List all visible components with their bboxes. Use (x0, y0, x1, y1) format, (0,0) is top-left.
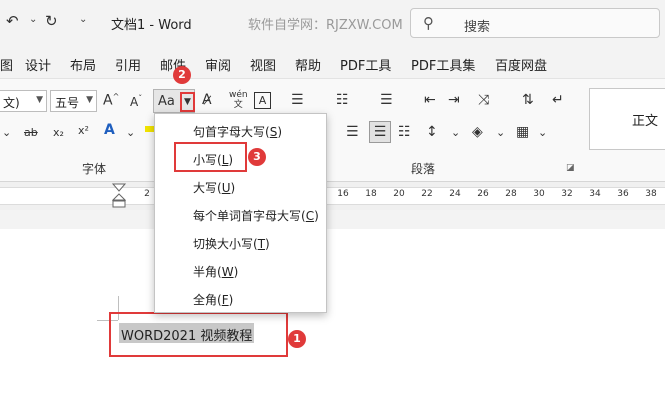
menu-item-toggle-case[interactable]: 切换大小写(T) (193, 235, 270, 252)
chevron-down-icon[interactable]: ⌄ (496, 126, 505, 139)
title-bar: ↶ ⌄ ↻ ⌄ 文档1 - Word 软件自学网：RJZXW.COM ⚲ 搜索 (0, 0, 665, 46)
horizontal-ruler[interactable]: 2 16 18 20 22 24 26 28 30 32 34 36 38 (0, 182, 665, 210)
align-right-icon[interactable]: ☰ (346, 124, 359, 140)
search-box[interactable]: ⚲ 搜索 (410, 8, 660, 38)
chevron-down-icon[interactable]: ⌄ (538, 126, 547, 139)
decrease-indent-icon[interactable]: ⇤ (424, 92, 436, 108)
search-label: 搜索 (464, 20, 491, 35)
font-size-value: 五号 (55, 96, 80, 110)
ribbon-tabs: 图 设计 布局 引用 邮件 审阅 视图 帮助 PDF工具 PDF工具集 百度网盘 (0, 46, 665, 78)
ruler-tick: 2 (144, 189, 150, 199)
tab-layout[interactable]: 布局 (70, 55, 96, 74)
bullets-icon[interactable]: ☰ (291, 92, 304, 108)
character-border-icon[interactable]: A (254, 92, 271, 109)
watermark-text: 软件自学网：RJZXW.COM (248, 18, 403, 33)
undo-dropdown-icon[interactable]: ⌄ (29, 14, 37, 25)
strikethrough-icon[interactable]: ab (24, 126, 38, 139)
ruler-tick: 24 (449, 189, 461, 199)
style-normal-label: 正文 (632, 114, 659, 129)
ruler-tick: 30 (533, 189, 545, 199)
chevron-down-icon[interactable]: ⌄ (126, 126, 135, 139)
paragraph-group-label: 段落 (411, 162, 436, 176)
distributed-icon[interactable]: ☷ (398, 124, 411, 140)
indent-marker-icon[interactable] (112, 183, 126, 209)
ruler-tick: 28 (505, 189, 517, 199)
menu-item-full-width[interactable]: 全角(F) (193, 291, 233, 308)
chevron-down-icon: ▼ (86, 95, 93, 105)
justify-icon[interactable]: ☰ (369, 121, 391, 143)
menu-item-sentence-case[interactable]: 句首字母大写(S) (193, 123, 282, 140)
shrink-font-icon[interactable]: Aˇ (130, 94, 142, 109)
ruler-tick: 16 (337, 189, 349, 199)
font-size-combo[interactable]: 五号 ▼ (50, 90, 97, 112)
change-case-button[interactable]: Aa ▼ (153, 89, 195, 113)
ruler-tick: 34 (589, 189, 601, 199)
change-case-dropdown-icon[interactable]: ▼ (180, 92, 195, 112)
menu-item-uppercase[interactable]: 大写(U) (193, 179, 235, 196)
redo-icon[interactable]: ↻ (45, 12, 58, 30)
ruler-tick: 26 (477, 189, 489, 199)
chevron-down-icon: ▼ (36, 95, 43, 105)
numbering-icon[interactable]: ☷ (336, 92, 349, 108)
sort-icon[interactable]: ⇅ (522, 92, 534, 108)
borders-icon[interactable]: ▦ (516, 124, 529, 140)
phonetic-guide-icon[interactable]: wén 文 (229, 90, 248, 110)
ruler-tick: 22 (421, 189, 433, 199)
chinese-layout-icon[interactable]: ⤨ (478, 92, 489, 108)
chevron-down-icon[interactable]: ⌄ (2, 126, 11, 139)
ruler-tick: 38 (645, 189, 657, 199)
dialog-launcher-icon[interactable]: ◪ (566, 163, 575, 173)
font-name-combo[interactable]: 文) ▼ (0, 90, 47, 112)
increase-indent-icon[interactable]: ⇥ (448, 92, 460, 108)
change-case-label: Aa (158, 94, 175, 109)
menu-item-half-width[interactable]: 半角(W) (193, 263, 238, 280)
tab-design[interactable]: 设计 (25, 55, 51, 74)
multilevel-list-icon[interactable]: ☰ (380, 92, 393, 108)
style-gallery-normal[interactable]: 正文 (589, 88, 665, 150)
annotation-badge: 2 (173, 66, 191, 84)
ruler-tick: 32 (561, 189, 573, 199)
font-name-value: 文) (3, 96, 20, 110)
show-marks-icon[interactable]: ↵ (552, 92, 564, 108)
superscript-icon[interactable]: x² (78, 124, 89, 137)
annotation-badge: 1 (288, 330, 306, 348)
chevron-down-icon[interactable]: ⌄ (451, 126, 460, 139)
ruler-tick: 20 (393, 189, 405, 199)
tab-view[interactable]: 视图 (250, 55, 276, 74)
menu-item-capitalize-each-word[interactable]: 每个单词首字母大写(C) (193, 207, 319, 224)
tab-pdf-toolset[interactable]: PDF工具集 (411, 55, 475, 74)
font-group-label: 字体 (82, 162, 107, 176)
customize-quick-access-icon[interactable]: ⌄ (79, 14, 87, 25)
annotation-badge: 3 (248, 148, 266, 166)
tab-help[interactable]: 帮助 (295, 55, 321, 74)
annotation-box-lowercase (174, 142, 247, 172)
tab-insert[interactable]: 图 (0, 55, 13, 74)
document-page[interactable] (0, 229, 665, 419)
search-icon: ⚲ (423, 14, 434, 32)
annotation-box-text (109, 312, 288, 357)
line-spacing-icon[interactable]: ↕ (426, 124, 438, 140)
tab-pdf-tools[interactable]: PDF工具 (340, 55, 391, 74)
tab-baidu-netdisk[interactable]: 百度网盘 (495, 55, 547, 74)
grow-font-icon[interactable]: A^ (103, 92, 119, 109)
shading-icon[interactable]: ◈ (472, 124, 483, 140)
ruler-tick: 36 (617, 189, 629, 199)
ruler-tick: 18 (365, 189, 377, 199)
subscript-icon[interactable]: x₂ (53, 126, 64, 139)
text-effects-icon[interactable]: A (104, 122, 115, 138)
undo-icon[interactable]: ↶ (6, 12, 19, 30)
tab-references[interactable]: 引用 (115, 55, 141, 74)
document-title: 文档1 - Word (111, 18, 192, 33)
clear-formatting-icon[interactable]: A̷ (202, 92, 212, 108)
tab-review[interactable]: 审阅 (205, 55, 231, 74)
